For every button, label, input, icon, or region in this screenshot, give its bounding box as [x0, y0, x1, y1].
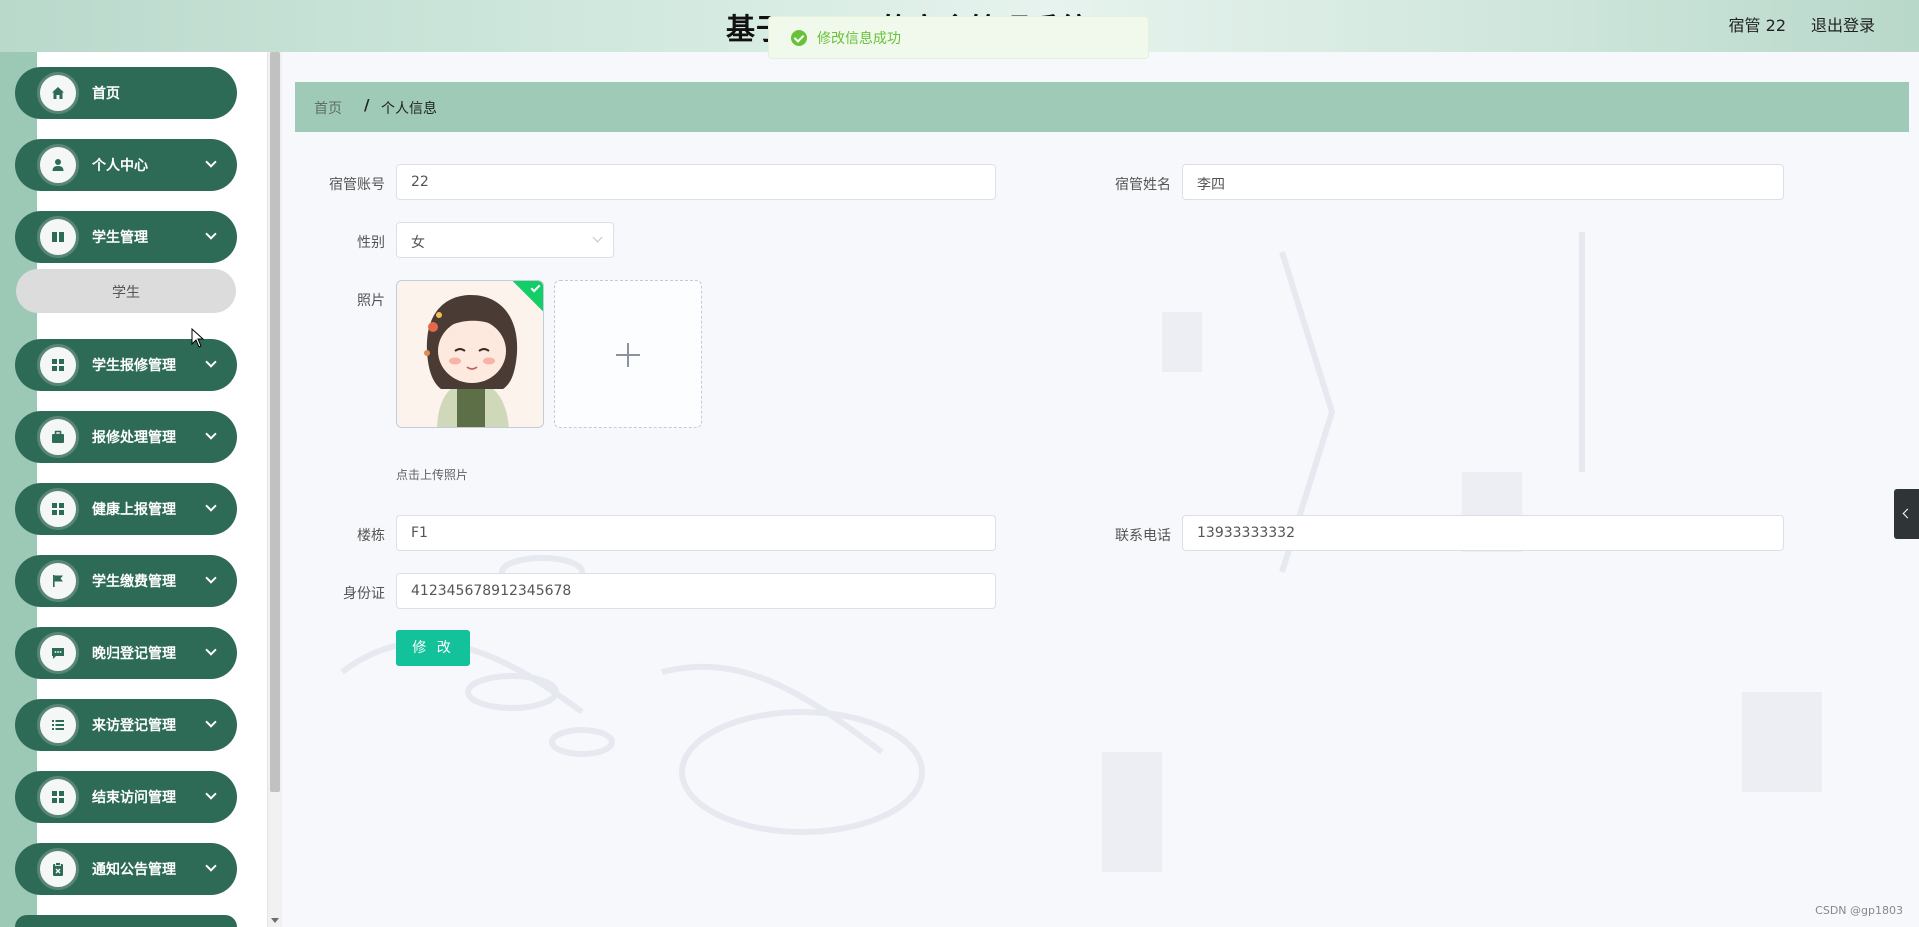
sidebar-item-label: 来访登记管理	[92, 718, 176, 734]
chevron-down-icon	[205, 716, 217, 728]
chevron-down-icon	[205, 428, 217, 440]
chevron-down-icon	[205, 156, 217, 168]
sidebar-item-notice[interactable]: 通知公告管理	[15, 843, 237, 895]
gender-label: 性别	[357, 235, 385, 251]
sidebar-item-label: 学生缴费管理	[92, 574, 176, 590]
chevron-down-icon	[592, 232, 603, 243]
grid-icon	[37, 776, 79, 818]
chevron-down-icon	[205, 572, 217, 584]
user-icon	[37, 144, 79, 186]
gender-select[interactable]: 女	[396, 222, 614, 258]
mouse-cursor-icon	[191, 328, 205, 348]
submenu-item-student[interactable]: 学生	[16, 269, 236, 313]
sidebar-item-late-return[interactable]: 晚归登记管理	[15, 627, 237, 679]
idcard-label: 身份证	[343, 586, 385, 602]
clipboard-icon	[37, 848, 79, 890]
main-content: 首页 / 个人信息 宿管账号 22 宿管姓名 李四 性别 女 照片 点击上传照片…	[282, 52, 1919, 927]
grid-icon	[37, 344, 79, 386]
upload-tip: 点击上传照片	[396, 468, 469, 482]
sidebar-item-students[interactable]: 学生管理	[15, 211, 237, 263]
sidebar-item-health[interactable]: 健康上报管理	[15, 483, 237, 535]
chevron-down-icon	[205, 356, 217, 368]
chevron-down-icon	[205, 860, 217, 872]
briefcase-icon	[37, 416, 79, 458]
uploaded-photo[interactable]	[396, 280, 544, 428]
sidebar-item-label: 首页	[92, 86, 120, 102]
sidebar-item-visitor[interactable]: 来访登记管理	[15, 699, 237, 751]
sidebar-item-label: 个人中心	[92, 158, 148, 174]
sidebar-scrollbar[interactable]	[267, 52, 282, 927]
current-user: 宿管 22	[1728, 16, 1786, 35]
breadcrumb-current: 个人信息	[381, 101, 437, 117]
name-label: 宿管姓名	[1115, 177, 1171, 193]
sidebar-item-profile[interactable]: 个人中心	[15, 139, 237, 191]
sidebar-item-label: 晚归登记管理	[92, 646, 176, 662]
scroll-down-icon[interactable]	[271, 918, 279, 923]
name-field[interactable]: 李四	[1182, 164, 1784, 200]
upload-photo-button[interactable]	[554, 280, 702, 428]
message-icon	[37, 632, 79, 674]
sidebar-item-label: 结束访问管理	[92, 790, 176, 806]
logout-link[interactable]: 退出登录	[1811, 12, 1875, 36]
sidebar-item-label: 学生报修管理	[92, 358, 176, 374]
book-icon	[37, 216, 79, 258]
avatar-illustration-icon	[397, 281, 543, 427]
sidebar-item-label: 报修处理管理	[92, 430, 176, 446]
building-label: 楼栋	[357, 528, 385, 544]
breadcrumb: 首页 / 个人信息	[295, 82, 1909, 132]
sidebar-item-end-visit[interactable]: 结束访问管理	[15, 771, 237, 823]
success-check-icon	[791, 30, 807, 46]
toast-message: 修改信息成功	[817, 31, 901, 47]
account-field[interactable]: 22	[396, 164, 996, 200]
sidebar-item-label: 学生管理	[92, 230, 148, 246]
sidebar-item-partial[interactable]	[15, 915, 237, 927]
flag-icon	[37, 560, 79, 602]
sidebar-item-label: 健康上报管理	[92, 502, 176, 518]
side-panel-toggle[interactable]	[1894, 489, 1919, 539]
gender-value: 女	[411, 235, 425, 251]
sidebar-item-repair-handling[interactable]: 报修处理管理	[15, 411, 237, 463]
plus-icon-vertical	[627, 343, 629, 367]
sidebar-item-home[interactable]: 首页	[15, 67, 237, 119]
footer-credit: CSDN @gp1803	[1815, 904, 1903, 917]
list-icon	[37, 704, 79, 746]
update-button[interactable]: 修 改	[396, 630, 470, 666]
submenu-item-label: 学生	[112, 285, 140, 301]
scrollbar-thumb[interactable]	[270, 52, 280, 792]
chevron-down-icon	[205, 644, 217, 656]
idcard-field[interactable]: 412345678912345678	[396, 573, 996, 609]
breadcrumb-separator: /	[364, 96, 370, 114]
account-label: 宿管账号	[329, 177, 385, 193]
sidebar-item-fees[interactable]: 学生缴费管理	[15, 555, 237, 607]
success-toast: 修改信息成功	[768, 16, 1149, 59]
phone-field[interactable]: 13933333332	[1182, 515, 1784, 551]
building-field[interactable]: F1	[396, 515, 996, 551]
home-icon	[37, 72, 79, 114]
chevron-down-icon	[205, 500, 217, 512]
chevron-down-icon	[205, 788, 217, 800]
sidebar-item-label: 通知公告管理	[92, 862, 176, 878]
breadcrumb-home[interactable]: 首页	[314, 98, 342, 118]
grid-icon	[37, 488, 79, 530]
chevron-down-icon	[205, 228, 217, 240]
phone-label: 联系电话	[1115, 528, 1171, 544]
photo-label: 照片	[357, 293, 385, 309]
